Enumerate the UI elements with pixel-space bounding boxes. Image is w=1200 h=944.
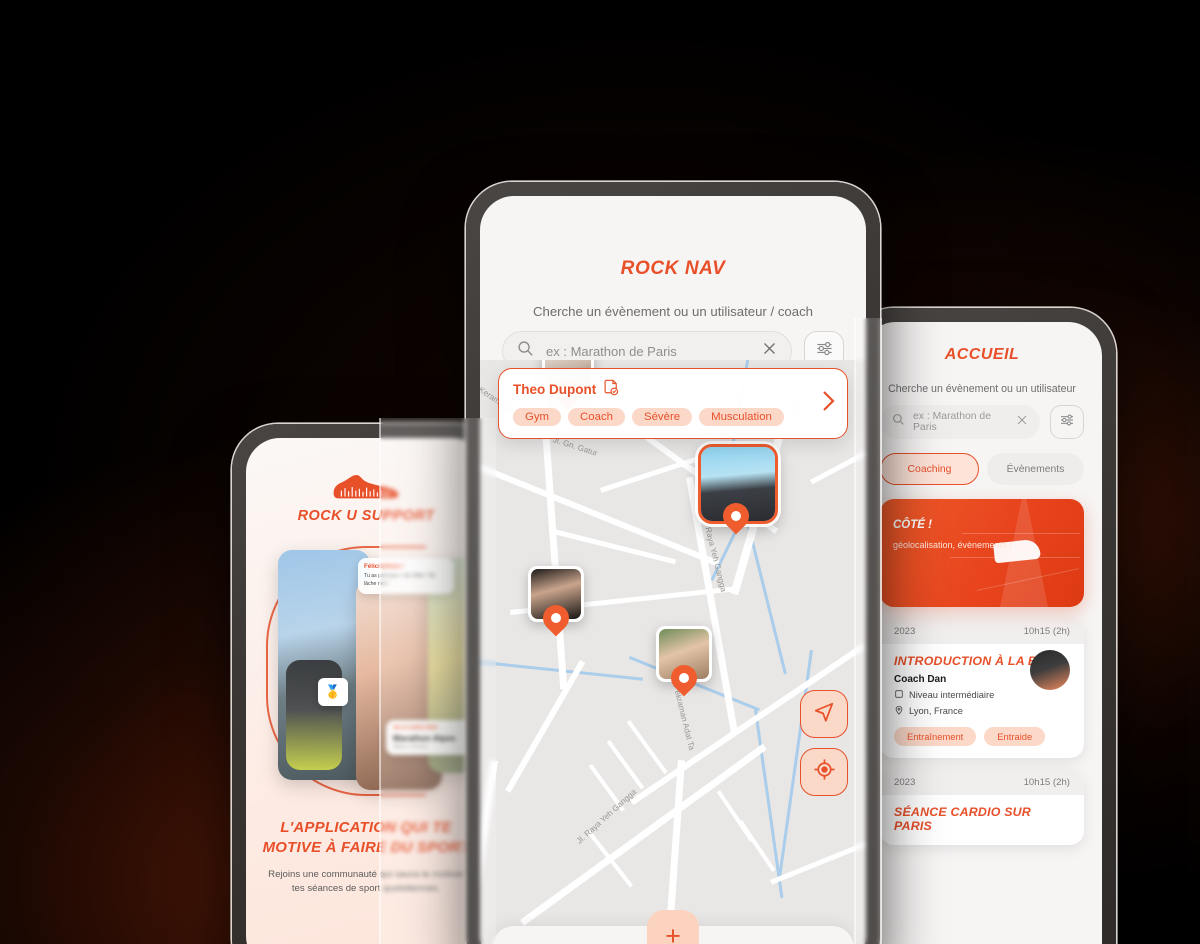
right-event-card-1[interactable]: 2023 10h15 (2h) INTRODUCTION À LA BOXE C… (880, 619, 1084, 758)
left-headline-line2: MOTIVE À FAIRE DU SPORT (262, 838, 470, 856)
glass-edge-right2 (880, 318, 882, 944)
road-9 (520, 743, 767, 926)
road-5 (548, 528, 677, 565)
avatar (1030, 650, 1070, 690)
pin-icon (723, 503, 753, 537)
locate-icon (813, 758, 836, 786)
phone-center: ROCK NAV Cherche un évènement ou un util… (466, 182, 880, 944)
right-event-2-head: 2023 10h15 (2h) (880, 770, 1084, 795)
right-event-1-location-row: Lyon, France (894, 705, 1070, 717)
road-18 (606, 740, 645, 790)
result-tag-2[interactable]: Sévère (631, 408, 693, 426)
tab-evenements[interactable]: Évènements (987, 453, 1084, 485)
shoe-icon (330, 472, 402, 502)
congrats-toast-title: Félicitations ! (364, 563, 404, 570)
close-icon[interactable] (762, 341, 777, 361)
right-tabs: Coaching Évènements (862, 439, 1102, 485)
medal-icon: 🥇 (318, 678, 348, 706)
search-icon (892, 413, 905, 431)
right-app-title: ACCUEIL (944, 346, 1020, 363)
center-app-title: ROCK NAV (620, 258, 726, 279)
promo-banner[interactable]: CÔTÉ ! géolocalisation, évènements ! (880, 499, 1084, 607)
phone-left: ROCK U SUPPORT Félicitations ! Tu as par… (232, 424, 500, 944)
sliders-icon (1059, 412, 1075, 433)
close-icon[interactable] (1016, 413, 1028, 431)
runner-figure (286, 660, 342, 770)
level-icon (894, 689, 904, 701)
result-tag-3[interactable]: Musculation (699, 408, 784, 426)
search-placeholder: ex : Marathon de Paris (546, 343, 677, 359)
tab-coaching[interactable]: Coaching (880, 453, 979, 485)
right-search-row: ex : Marathon de Paris (862, 395, 1102, 439)
right-event-1-tag-1[interactable]: Entraide (984, 727, 1046, 746)
road-15 (505, 660, 586, 793)
left-footer: L'APPLICATION QUI TE MOTIVE À FAIRE DU S… (246, 808, 486, 897)
map-marker-theo[interactable] (698, 444, 778, 524)
result-tag-1[interactable]: Coach (568, 408, 625, 426)
locate-button[interactable] (800, 748, 848, 796)
left-headline-line1: L'APPLICATION QUI TE (280, 819, 452, 836)
pin-icon (894, 705, 904, 717)
right-event-1-tags: Entraînement Entraide (894, 727, 1070, 746)
chevron-right-icon[interactable] (821, 390, 835, 418)
result-tags: Gym Coach Sévère Musculation (513, 408, 833, 426)
right-screen: ACCUEIL Cherche un évènement ou un utili… (862, 322, 1102, 944)
congrats-toast: Félicitations ! Tu as parcouru + de 10km… (358, 558, 454, 594)
center-subtitle: Cherche un évènement ou un utilisateur /… (532, 304, 814, 319)
right-event-1-date: 2023 (894, 626, 916, 637)
result-tag-0[interactable]: Gym (513, 408, 562, 426)
center-screen: ROCK NAV Cherche un évènement ou un util… (480, 196, 866, 944)
right-event-1-head: 2023 10h15 (2h) (880, 619, 1084, 644)
navigate-icon (813, 701, 835, 728)
map-marker-woman-left[interactable] (528, 566, 584, 623)
glass-edge-right (854, 318, 856, 944)
left-logo-block: ROCK U SUPPORT (246, 438, 486, 524)
right-event-1-time: 10h15 (2h) (1023, 626, 1070, 637)
right-subtitle: Cherche un évènement ou un utilisateur (888, 383, 1076, 395)
glass-edge-left (379, 418, 381, 944)
right-search-input[interactable]: ex : Marathon de Paris (880, 405, 1040, 439)
banner-title: CÔTÉ ! (893, 519, 932, 531)
right-event-2-body: SÉANCE CARDIO SUR PARIS (880, 795, 1084, 845)
banner-body: géolocalisation, évènements ! (893, 540, 1012, 550)
map-marker-woman-right[interactable] (656, 626, 712, 683)
road-17 (626, 720, 668, 775)
road-1 (480, 456, 720, 567)
right-event-2-time: 10h15 (2h) (1023, 777, 1070, 788)
road-16 (586, 830, 634, 888)
add-button[interactable]: + (647, 910, 699, 944)
navigate-button[interactable] (800, 690, 848, 738)
right-event-1-tag-0[interactable]: Entraînement (894, 727, 977, 746)
congrats-toast-body: Tu as parcouru + de 10km ! Ne lâche rien… (364, 573, 436, 587)
street-label-3: Jl. Raya Yeh Gangga (574, 787, 639, 846)
right-event-2-title: SÉANCE CARDIO SUR PARIS (894, 805, 1031, 833)
screenshot-stage: ROCK U SUPPORT Félicitations ! Tu as par… (0, 0, 1200, 944)
verified-document-icon (603, 379, 619, 399)
phone-right: ACCUEIL Cherche un évènement ou un utili… (848, 308, 1116, 944)
right-event-1-level: Niveau intermédiaire (909, 690, 995, 700)
pin-icon (543, 605, 569, 635)
result-name-row: Theo Dupont (513, 379, 833, 399)
right-event-1-body: INTRODUCTION À LA BOXE Coach Dan Niveau … (880, 644, 1084, 758)
search-icon (517, 340, 534, 362)
right-event-card-2[interactable]: 2023 10h15 (2h) SÉANCE CARDIO SUR PARIS (880, 770, 1084, 845)
right-search-placeholder: ex : Marathon de Paris (913, 411, 991, 433)
result-name: Theo Dupont (513, 381, 597, 397)
right-event-1-location: Lyon, France (909, 706, 963, 716)
search-result-card[interactable]: Theo Dupont Gym Coach Sévère Musculation (498, 368, 848, 439)
right-event-2-date: 2023 (894, 777, 916, 788)
right-event-1-level-row: Niveau intermédiaire (894, 689, 1070, 701)
road-13 (810, 437, 866, 485)
left-paragraph-line1: Rejoins une communauté qui saura te moti… (268, 868, 464, 880)
map-canvas[interactable]: Kerambitan Jl. Ba Jl. Gn. Gatur Jl. Raya… (480, 360, 866, 944)
pin-icon (671, 665, 697, 695)
left-paragraph-line2: tes séances de sport quotidiennes. (291, 883, 441, 895)
left-screen: ROCK U SUPPORT Félicitations ! Tu as par… (246, 438, 486, 944)
left-gallery: Félicitations ! Tu as parcouru + de 10km… (246, 538, 486, 808)
right-filter-button[interactable] (1050, 405, 1084, 439)
left-app-title: ROCK U SUPPORT (297, 508, 435, 524)
road-8 (480, 760, 498, 944)
